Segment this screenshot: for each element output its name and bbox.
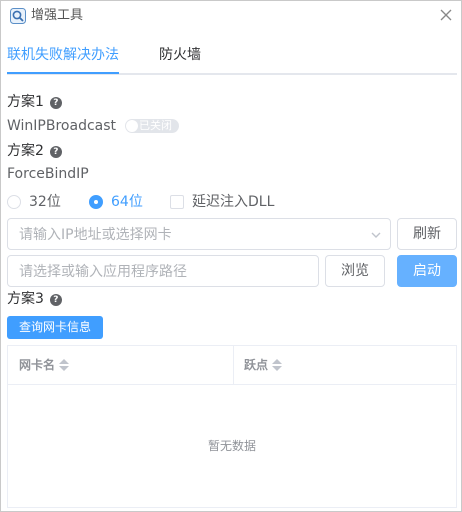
app-icon (10, 8, 26, 24)
tab-connection-fix[interactable]: 联机失败解决办法 (7, 46, 119, 64)
empty-table-text: 暂无数据 (207, 439, 256, 453)
radio-32bit[interactable] (7, 195, 21, 209)
plan2-heading: 方案2? (7, 142, 62, 160)
plan3-heading: 方案3? (7, 290, 62, 308)
radio-32bit-label[interactable]: 32位 (29, 193, 61, 211)
winipbroadcast-switch[interactable]: 已关闭 (125, 119, 179, 133)
tab-bar: 联机失败解决办法 防火墙 (1, 39, 461, 75)
plan2-tool-name: ForceBindIP (7, 166, 89, 182)
switch-knob (126, 120, 138, 132)
chevron-down-icon (371, 232, 381, 238)
title-bar[interactable]: 增强工具 (1, 1, 461, 31)
nic-table: 网卡名 跃点 暂无数据 (7, 345, 457, 508)
column-divider (233, 346, 234, 384)
plan1-heading: 方案1? (7, 93, 62, 111)
ip-select-placeholder: 请输入IP地址或选择网卡 (19, 227, 172, 243)
enhance-tool-window: 增强工具 联机失败解决办法 防火墙 方案1? WinIPBroadcast 已关… (0, 0, 462, 512)
query-nic-button[interactable]: 查询网卡信息 (7, 316, 103, 339)
plan2-label: 方案2 (7, 143, 44, 159)
plan1-help-icon[interactable]: ? (49, 97, 62, 109)
start-button[interactable]: 启动 (397, 255, 457, 287)
sort-icon[interactable] (272, 358, 283, 372)
delay-inject-label[interactable]: 延迟注入DLL (192, 193, 274, 211)
close-icon[interactable] (438, 7, 454, 23)
radio-64bit-label[interactable]: 64位 (111, 193, 143, 211)
sort-icon[interactable] (59, 358, 70, 372)
column-header-nic-name[interactable]: 网卡名 (19, 346, 233, 384)
tab-firewall[interactable]: 防火墙 (159, 46, 201, 64)
column-nic-name-label: 网卡名 (19, 358, 56, 372)
plan3-label: 方案3 (7, 291, 44, 307)
app-path-placeholder: 请选择或输入应用程序路径 (19, 264, 187, 280)
column-hop-label: 跃点 (244, 358, 269, 372)
plan1-tool-name: WinIPBroadcast (7, 118, 117, 134)
table-header: 网卡名 跃点 (8, 346, 456, 385)
active-tab-indicator (7, 72, 119, 74)
app-path-input[interactable]: 请选择或输入应用程序路径 (7, 255, 319, 287)
window-title: 增强工具 (31, 8, 84, 23)
switch-status-text: 已关闭 (139, 119, 172, 132)
refresh-button[interactable]: 刷新 (397, 218, 457, 250)
plan2-help-icon[interactable]: ? (49, 146, 62, 158)
delay-inject-checkbox[interactable] (170, 195, 184, 209)
browse-button[interactable]: 浏览 (325, 255, 385, 287)
column-header-hop[interactable]: 跃点 (244, 346, 444, 384)
radio-64bit[interactable] (89, 195, 103, 209)
plan3-help-icon[interactable]: ? (49, 294, 62, 306)
plan1-label: 方案1 (7, 94, 44, 110)
arch-options: 32位 64位 延迟注入DLL (7, 193, 457, 211)
ip-select[interactable]: 请输入IP地址或选择网卡 (7, 218, 391, 250)
